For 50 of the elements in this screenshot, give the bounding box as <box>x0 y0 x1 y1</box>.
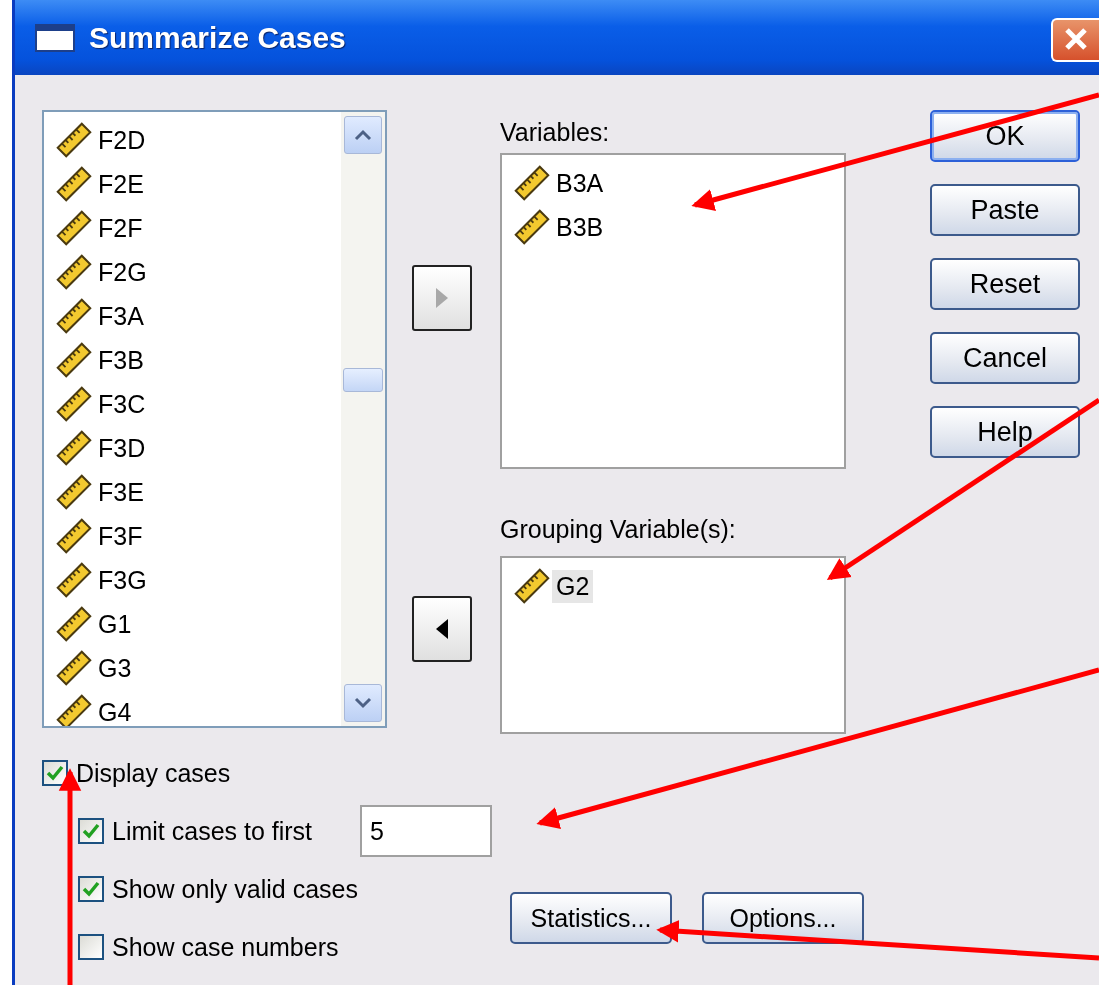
window-icon <box>35 23 75 52</box>
checkbox[interactable] <box>78 876 104 902</box>
dialog-button[interactable]: OK <box>930 110 1080 162</box>
checkmark-icon <box>82 881 100 897</box>
checkbox-label: Display cases <box>76 758 231 788</box>
variable-name[interactable]: F3F <box>94 519 147 553</box>
variable-name[interactable]: F3B <box>94 343 148 377</box>
dialog-button[interactable]: Help <box>930 406 1080 458</box>
dialog-button[interactable]: Statistics... <box>510 892 672 944</box>
variable-name[interactable]: G2 <box>552 569 594 603</box>
variable-name[interactable]: F3D <box>94 431 150 465</box>
grouping-label: Grouping Variable(s): <box>500 515 737 544</box>
variable-name[interactable]: F2E <box>94 167 148 201</box>
variable-name[interactable]: F2G <box>94 255 151 289</box>
window-title: Summarize Cases <box>89 20 346 55</box>
variable-name[interactable]: G3 <box>94 651 136 685</box>
variable-name[interactable]: F3A <box>94 299 148 333</box>
variables-label: Variables: <box>500 118 611 147</box>
variable-name[interactable]: F2F <box>94 211 147 245</box>
close-button[interactable] <box>1051 18 1099 62</box>
variable-name[interactable]: G1 <box>94 607 136 641</box>
checkbox[interactable] <box>78 934 104 960</box>
scroll-down-button[interactable] <box>344 684 382 722</box>
scrollbar-thumb[interactable] <box>343 368 383 392</box>
chevron-up-icon <box>354 129 372 141</box>
dialog-button[interactable]: Options... <box>702 892 864 944</box>
checkbox-label: Limit cases to first <box>112 816 313 846</box>
variable-name[interactable]: B3A <box>552 166 608 200</box>
variable-name[interactable]: F2D <box>94 123 150 157</box>
triangle-right-icon <box>436 288 448 308</box>
variable-name[interactable]: F3E <box>94 475 148 509</box>
checkmark-icon <box>82 823 100 839</box>
dialog-button[interactable]: Cancel <box>930 332 1080 384</box>
input-field[interactable]: 5 <box>360 805 493 857</box>
chevron-down-icon <box>354 697 372 709</box>
scrollbar[interactable] <box>341 112 385 726</box>
triangle-left-icon <box>436 619 448 639</box>
variable-name[interactable]: F3C <box>94 387 150 421</box>
scroll-up-button[interactable] <box>344 116 382 154</box>
dialog-button[interactable]: Reset <box>930 258 1080 310</box>
variable-name[interactable]: B3B <box>552 210 608 244</box>
checkmark-icon <box>46 765 64 781</box>
checkbox[interactable] <box>78 818 104 844</box>
variable-name[interactable]: F3G <box>94 563 151 597</box>
variable-name[interactable]: G4 <box>94 695 136 726</box>
checkbox[interactable] <box>42 760 68 786</box>
checkbox-label: Show only valid cases <box>112 874 358 904</box>
dialog-button[interactable]: Paste <box>930 184 1080 236</box>
move-button[interactable] <box>412 596 472 662</box>
checkbox-label: Show case numbers <box>112 932 339 962</box>
